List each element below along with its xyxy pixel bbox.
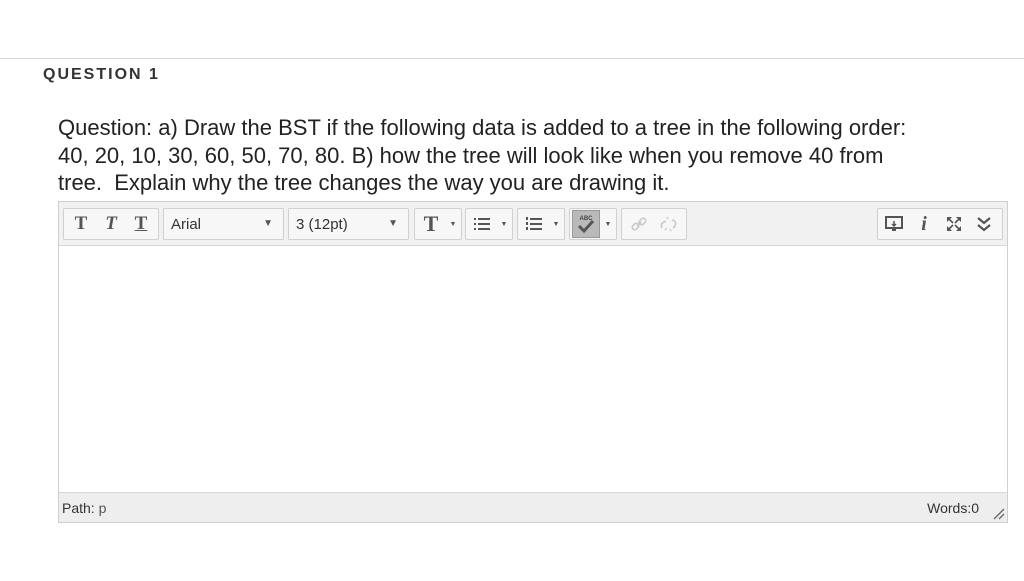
text-color-icon: T xyxy=(423,211,439,236)
bullet-list-group: ▼ xyxy=(465,208,513,240)
bullet-list-icon xyxy=(474,218,490,230)
italic-button[interactable]: T xyxy=(97,209,125,239)
unlink-icon xyxy=(660,216,677,232)
info-button[interactable]: i xyxy=(910,209,938,239)
path-value[interactable]: p xyxy=(99,500,107,516)
editor-content-area[interactable] xyxy=(59,246,1007,492)
spellcheck-group: ABC ▼ xyxy=(569,208,617,240)
underline-button[interactable]: T xyxy=(127,209,155,239)
chevron-down-icon: ▼ xyxy=(263,218,273,229)
numbered-list-icon xyxy=(526,217,542,230)
fullscreen-button[interactable] xyxy=(940,209,968,239)
spellcheck-dropdown[interactable]: ▼ xyxy=(603,209,613,239)
path-indicator: Path: p xyxy=(62,500,106,516)
monitor-icon xyxy=(885,216,903,231)
bullet-list-button[interactable] xyxy=(468,209,496,239)
editor-toolbar: T T T Arial ▼ 3 (12pt) ▼ T ▼ ▼ ▼ ABC ▼ i xyxy=(59,202,1007,246)
bold-button[interactable]: T xyxy=(67,209,95,239)
font-size-value: 3 (12pt) xyxy=(296,216,348,233)
resize-handle-icon[interactable] xyxy=(991,506,1005,520)
link-icon xyxy=(631,217,647,231)
preview-button[interactable] xyxy=(880,209,908,239)
word-count: Words:0 xyxy=(927,500,979,516)
text-style-group: T T T xyxy=(63,208,159,240)
bold-icon: T xyxy=(74,213,88,234)
top-divider xyxy=(0,58,1024,59)
info-icon: i xyxy=(921,212,927,235)
text-color-dropdown[interactable]: ▼ xyxy=(448,209,458,239)
question-header: QUESTION 1 xyxy=(43,66,160,83)
font-family-select[interactable]: Arial ▼ xyxy=(163,208,284,240)
expand-icon xyxy=(947,217,961,231)
text-color-button[interactable]: T xyxy=(417,209,445,239)
underline-icon: T xyxy=(134,213,148,234)
path-label: Path: xyxy=(62,500,95,516)
link-group xyxy=(621,208,687,240)
numbered-list-group: ▼ xyxy=(517,208,565,240)
spellcheck-button[interactable]: ABC xyxy=(572,210,600,238)
more-tools-button[interactable] xyxy=(970,209,998,239)
question-text: Question: a) Draw the BST if the followi… xyxy=(58,115,907,195)
unlink-button[interactable] xyxy=(655,209,683,239)
rich-text-editor: T T T Arial ▼ 3 (12pt) ▼ T ▼ ▼ ▼ ABC ▼ i… xyxy=(58,201,1008,523)
italic-icon: T xyxy=(105,213,117,234)
double-chevron-down-icon xyxy=(977,217,991,232)
text-color-group: T ▼ xyxy=(414,208,462,240)
spellcheck-icon: ABC xyxy=(577,216,595,234)
bullet-list-dropdown[interactable]: ▼ xyxy=(499,209,509,239)
numbered-list-button[interactable] xyxy=(520,209,548,239)
chevron-down-icon: ▼ xyxy=(388,218,398,229)
editor-statusbar: Path: p Words:0 xyxy=(59,492,1007,522)
numbered-list-dropdown[interactable]: ▼ xyxy=(551,209,561,239)
insert-link-button[interactable] xyxy=(625,209,653,239)
font-family-value: Arial xyxy=(171,216,202,233)
font-size-select[interactable]: 3 (12pt) ▼ xyxy=(288,208,409,240)
right-tools-group: i xyxy=(877,208,1003,240)
